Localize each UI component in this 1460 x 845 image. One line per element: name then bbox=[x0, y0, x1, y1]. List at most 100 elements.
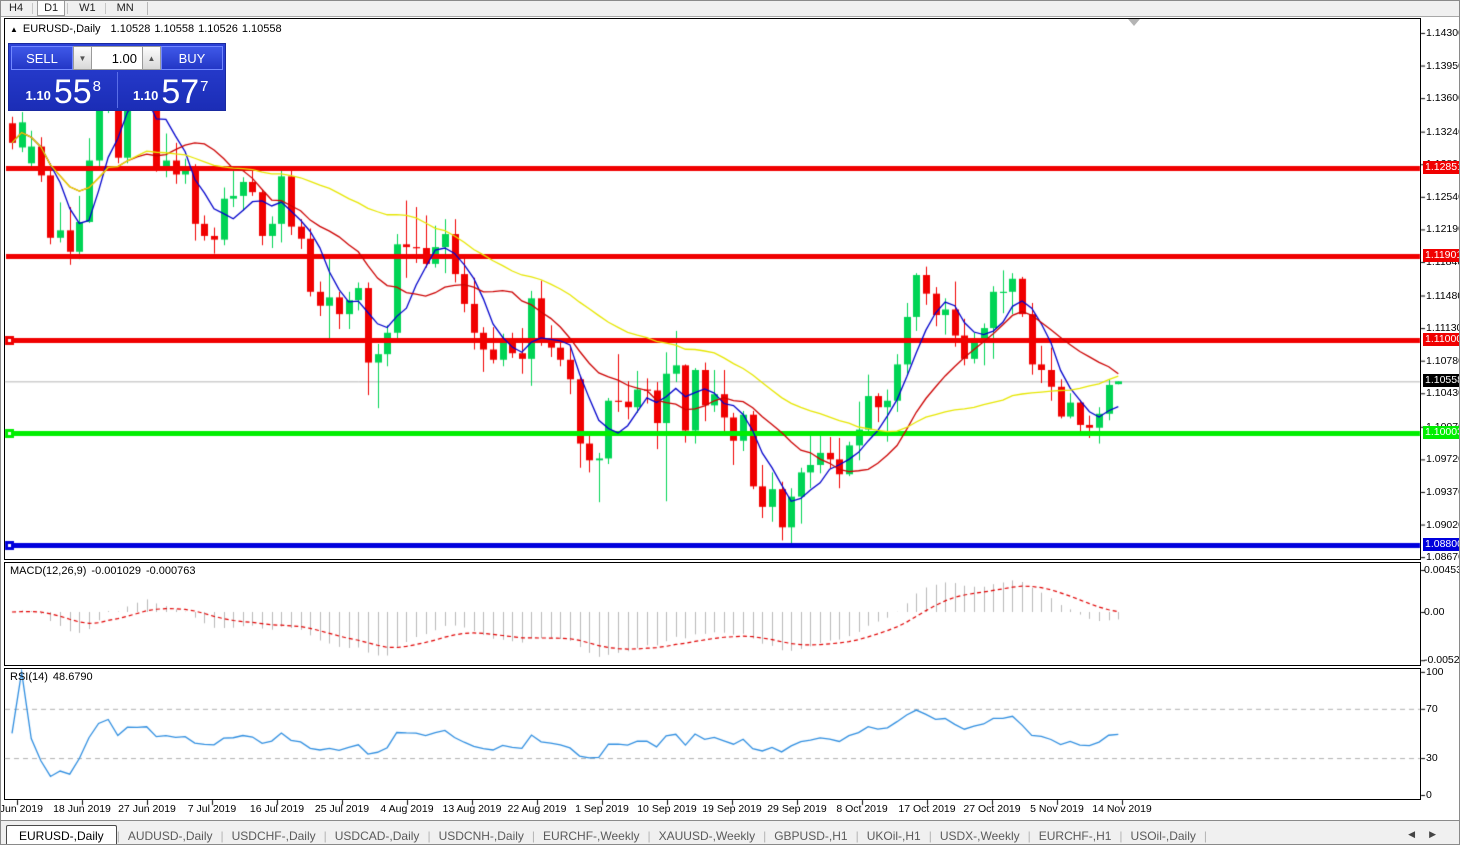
timeframe-button-d1[interactable]: D1 bbox=[37, 0, 65, 16]
rsi-value: 48.6790 bbox=[53, 671, 93, 683]
price-tick-label: 1.08670 bbox=[1426, 551, 1460, 563]
macd-axis-label: 0.004536 bbox=[1424, 564, 1458, 576]
rsi-axis-label: 70 bbox=[1426, 703, 1460, 715]
tab-eurchf[interactable]: EURCHF-,Weekly bbox=[535, 826, 647, 845]
toolbar-separator bbox=[32, 3, 33, 14]
tab-eurusd[interactable]: EURUSD-,Daily bbox=[6, 825, 117, 845]
rsi-axis-label: 30 bbox=[1426, 752, 1460, 764]
tab-usdx[interactable]: USDX-,Weekly bbox=[932, 826, 1028, 845]
date-label: 17 Oct 2019 bbox=[898, 803, 955, 815]
macd-signal-value: -0.000763 bbox=[146, 565, 196, 577]
sell-button[interactable]: SELL bbox=[11, 46, 73, 70]
tab-eurchf[interactable]: EURCHF-,H1 bbox=[1031, 826, 1120, 845]
tab-audusd[interactable]: AUDUSD-,Daily bbox=[120, 826, 221, 845]
macd-axis-label: -0.005205 bbox=[1424, 654, 1458, 666]
date-label: 27 Jun 2019 bbox=[118, 803, 176, 815]
tab-usoil[interactable]: USOil-,Daily bbox=[1123, 826, 1204, 845]
current-price-badge: 1.10558 bbox=[1423, 374, 1460, 387]
price-tick-label: 1.13600 bbox=[1426, 92, 1460, 104]
price-tick-label: 1.12540 bbox=[1426, 191, 1460, 203]
volume-input[interactable]: 1.00 bbox=[92, 46, 142, 70]
chart-symbol-label: EURUSD-,Daily bbox=[23, 23, 101, 35]
date-label: 29 Sep 2019 bbox=[767, 803, 827, 815]
buy-button[interactable]: BUY bbox=[161, 46, 223, 70]
date-label: 7 Jul 2019 bbox=[188, 803, 236, 815]
terminal-window: H4D1W1MN ▲EURUSD-,Daily1.105281.105581.1… bbox=[0, 0, 1460, 845]
macd-axis-label: 0.00 bbox=[1424, 606, 1458, 618]
date-label: 4 Aug 2019 bbox=[380, 803, 433, 815]
buy-price-pipette: 7 bbox=[200, 78, 208, 95]
sell-price-display[interactable]: 1.10558 bbox=[11, 72, 116, 108]
price-tick-label: 1.13950 bbox=[1426, 60, 1460, 72]
tab-usdcnh[interactable]: USDCNH-,Daily bbox=[431, 826, 532, 845]
buy-price-big: 57 bbox=[161, 77, 199, 107]
chart-tab-bar: EURUSD-,Daily|AUDUSD-,Daily|USDCHF-,Dail… bbox=[0, 820, 1460, 845]
timeframe-button-h4[interactable]: H4 bbox=[2, 0, 30, 16]
price-tick-label: 1.11480 bbox=[1426, 290, 1460, 302]
timeframe-toolbar: H4 D1 W1 MN bbox=[0, 0, 1460, 17]
tab-scroll-right-icon[interactable]: ▶ bbox=[1429, 829, 1450, 839]
tab-ukoil[interactable]: UKOil-,H1 bbox=[859, 826, 929, 845]
volume-down-spinner[interactable]: ▼ bbox=[73, 46, 92, 70]
sell-price-big: 55 bbox=[54, 77, 92, 107]
timeframe-button-mn[interactable]: MN bbox=[110, 0, 141, 16]
timeframe-button-w1[interactable]: W1 bbox=[72, 0, 103, 16]
price-tick-label: 1.09370 bbox=[1426, 486, 1460, 498]
date-label: 22 Aug 2019 bbox=[508, 803, 567, 815]
price-level-badge: 1.11901 bbox=[1423, 249, 1460, 262]
chart-canvas[interactable] bbox=[0, 16, 1460, 820]
date-label: 13 Aug 2019 bbox=[443, 803, 502, 815]
price-tick-label: 1.09020 bbox=[1426, 519, 1460, 531]
price-divider bbox=[117, 72, 118, 108]
tab-separator: | bbox=[1204, 829, 1207, 845]
price-tick-label: 1.12190 bbox=[1426, 223, 1460, 235]
date-label: 10 Sep 2019 bbox=[637, 803, 697, 815]
toolbar-group-separator bbox=[147, 2, 148, 15]
toolbar-separator bbox=[67, 3, 68, 14]
price-tick-label: 1.10780 bbox=[1426, 355, 1460, 367]
price-level-badge: 1.12851 bbox=[1423, 161, 1460, 174]
macd-name: MACD(12,26,9) bbox=[10, 565, 86, 577]
price-tick-label: 1.13240 bbox=[1426, 126, 1460, 138]
one-click-trading-panel: SELL ▼ 1.00 ▲ BUY 1.10558 1.10577 bbox=[8, 43, 226, 111]
sell-price-prefix: 1.10 bbox=[26, 88, 51, 103]
price-tick-label: 1.09720 bbox=[1426, 453, 1460, 465]
date-label: 19 Sep 2019 bbox=[702, 803, 762, 815]
date-label: 1 Sep 2019 bbox=[575, 803, 629, 815]
ohlc-close: 1.10558 bbox=[242, 23, 282, 35]
date-label: 18 Jun 2019 bbox=[53, 803, 111, 815]
date-label: 9 Jun 2019 bbox=[0, 803, 43, 815]
rsi-axis-label: 0 bbox=[1426, 789, 1460, 801]
tab-usdchf[interactable]: USDCHF-,Daily bbox=[224, 826, 324, 845]
chart-marker-icon: ▲ bbox=[10, 25, 18, 34]
price-level-badge: 1.08800 bbox=[1423, 538, 1460, 551]
date-label: 8 Oct 2019 bbox=[836, 803, 887, 815]
buy-price-display[interactable]: 1.10577 bbox=[119, 72, 224, 108]
date-label: 25 Jul 2019 bbox=[315, 803, 369, 815]
tab-scroll-left-icon[interactable]: ◀ bbox=[1408, 829, 1429, 839]
ohlc-high: 1.10558 bbox=[154, 23, 194, 35]
toolbar-separator bbox=[105, 3, 106, 14]
macd-indicator-label: MACD(12,26,9) -0.001029 -0.000763 bbox=[10, 565, 201, 577]
ohlc-low: 1.10526 bbox=[198, 23, 238, 35]
chart-title: ▲EURUSD-,Daily1.105281.105581.105261.105… bbox=[10, 23, 286, 35]
ohlc-open: 1.10528 bbox=[111, 23, 151, 35]
price-tick-label: 1.14300 bbox=[1426, 27, 1460, 39]
macd-value: -0.001029 bbox=[91, 565, 141, 577]
date-label: 27 Oct 2019 bbox=[963, 803, 1020, 815]
date-label: 16 Jul 2019 bbox=[250, 803, 304, 815]
rsi-indicator-label: RSI(14) 48.6790 bbox=[10, 671, 98, 683]
chart-area: ▲EURUSD-,Daily1.105281.105581.105261.105… bbox=[0, 16, 1460, 820]
volume-up-spinner[interactable]: ▲ bbox=[142, 46, 161, 70]
tab-gbpusd[interactable]: GBPUSD-,H1 bbox=[766, 826, 855, 845]
price-tick-label: 1.10430 bbox=[1426, 387, 1460, 399]
scroll-to-end-marker[interactable] bbox=[1128, 19, 1140, 26]
rsi-name: RSI(14) bbox=[10, 671, 48, 683]
tab-xauusd[interactable]: XAUUSD-,Weekly bbox=[651, 826, 763, 845]
sell-price-pipette: 8 bbox=[93, 78, 101, 95]
date-label: 14 Nov 2019 bbox=[1092, 803, 1152, 815]
price-level-badge: 1.11000 bbox=[1423, 333, 1460, 346]
buy-price-prefix: 1.10 bbox=[133, 88, 158, 103]
price-level-badge: 1.10003 bbox=[1423, 426, 1460, 439]
tab-usdcad[interactable]: USDCAD-,Daily bbox=[327, 826, 428, 845]
